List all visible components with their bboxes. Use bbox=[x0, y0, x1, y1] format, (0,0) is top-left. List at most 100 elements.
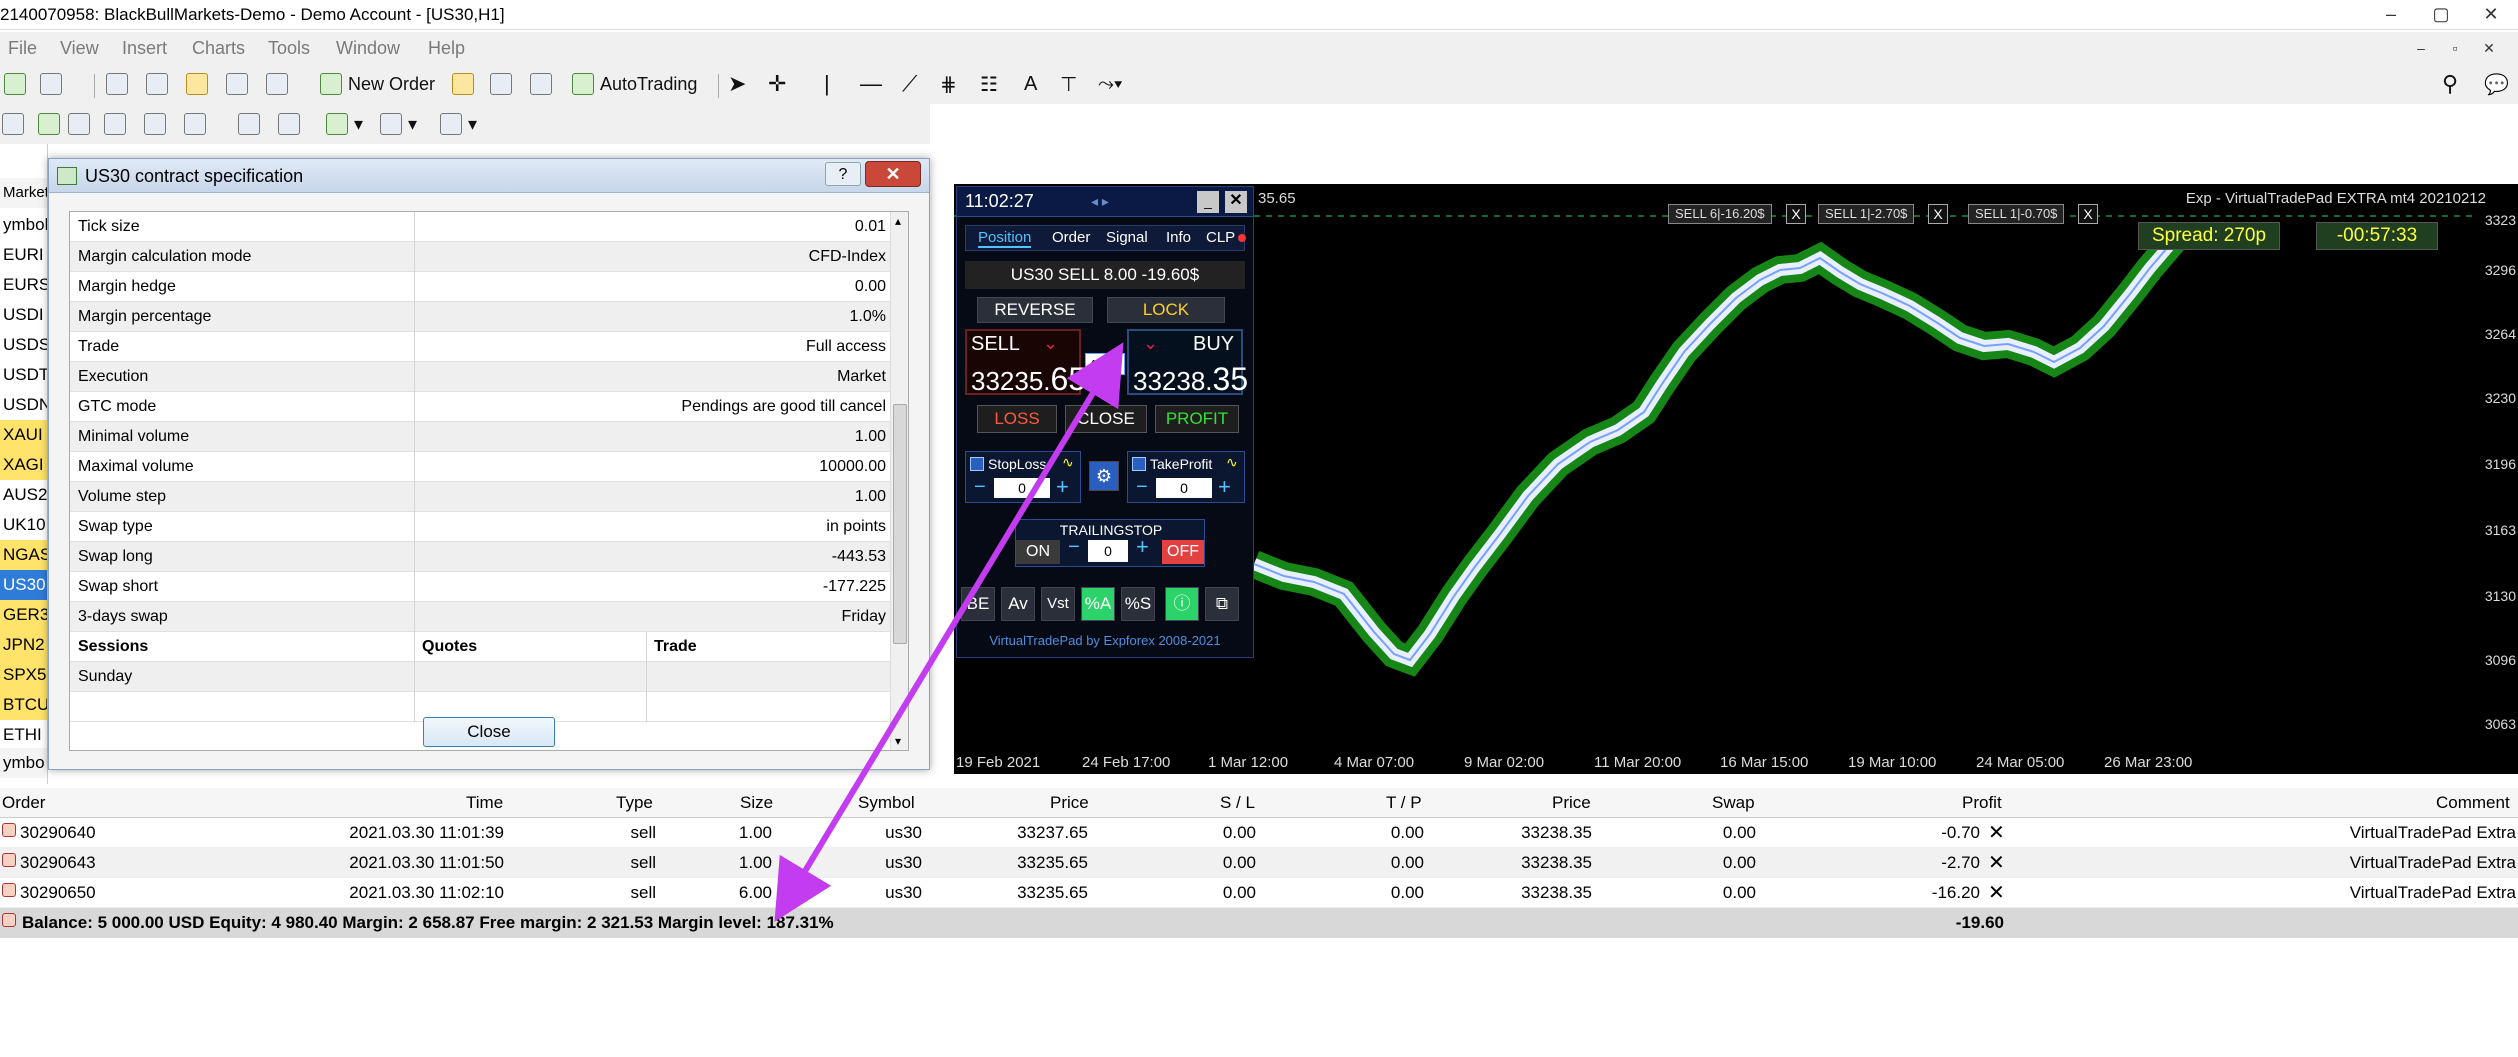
takeprofit-toggle-icon[interactable]: ∿ bbox=[1226, 454, 1238, 471]
col-tp[interactable]: T / P bbox=[1386, 793, 1422, 813]
virtual-stop-button[interactable]: Vst bbox=[1041, 587, 1075, 621]
vtp-nav-arrows[interactable]: ◂ ▸ bbox=[1091, 193, 1109, 210]
scroll-up-icon[interactable]: ▴ bbox=[895, 214, 901, 228]
stoploss-toggle-icon[interactable]: ∿ bbox=[1062, 454, 1074, 471]
symbol-row[interactable]: USDI bbox=[0, 300, 47, 330]
window-icon[interactable]: ⧉ bbox=[1205, 587, 1239, 621]
menu-window[interactable]: Window bbox=[336, 38, 400, 59]
symbol-row[interactable]: XAGI bbox=[0, 450, 47, 480]
bar-chart-icon[interactable] bbox=[2, 110, 30, 138]
new-order-button[interactable]: New Order bbox=[320, 70, 435, 98]
menu-tools[interactable]: Tools bbox=[268, 38, 310, 59]
col-comment[interactable]: Comment bbox=[2436, 793, 2510, 813]
symbol-row[interactable]: BTCU bbox=[0, 690, 47, 720]
trailing-plus[interactable]: + bbox=[1136, 534, 1149, 560]
col-time[interactable]: Time bbox=[466, 793, 503, 813]
search-icon[interactable]: ⚲ bbox=[2442, 70, 2458, 98]
tab-order[interactable]: Order bbox=[1052, 229, 1090, 246]
zoom-out-icon[interactable] bbox=[144, 110, 172, 138]
reverse-button[interactable]: REVERSE bbox=[977, 297, 1093, 323]
close-window-button[interactable]: ✕ bbox=[2474, 0, 2508, 28]
arrows-tool-icon[interactable]: ⤳▾ bbox=[1098, 70, 1122, 98]
takeprofit-minus[interactable]: − bbox=[1136, 476, 1148, 499]
col-sl[interactable]: S / L bbox=[1220, 793, 1255, 813]
text-tool-icon[interactable]: A bbox=[1024, 70, 1037, 98]
trailing-minus[interactable]: − bbox=[1068, 536, 1080, 559]
symbol-row[interactable]: XAUI bbox=[0, 420, 47, 450]
average-button[interactable]: Av bbox=[1001, 587, 1035, 621]
col-order[interactable]: Order bbox=[2, 793, 45, 813]
text-label-icon[interactable]: ⊤ bbox=[1060, 70, 1077, 98]
new-chart-icon[interactable] bbox=[4, 70, 32, 98]
close-order-icon[interactable]: ✕ bbox=[1988, 850, 2005, 875]
options-icon[interactable] bbox=[490, 70, 518, 98]
maximize-button[interactable]: ▢ bbox=[2424, 0, 2458, 28]
col-profit[interactable]: Profit bbox=[1962, 793, 2002, 813]
symbol-row[interactable]: NGAS bbox=[0, 540, 47, 570]
col-type[interactable]: Type bbox=[616, 793, 653, 813]
buy-button[interactable]: ⌄ BUY 33238.35 bbox=[1127, 329, 1248, 397]
vtp-minimize-button[interactable]: _ bbox=[1197, 191, 1219, 213]
autoscroll-icon[interactable] bbox=[238, 110, 266, 138]
chat-icon[interactable]: 💬 bbox=[2484, 70, 2509, 98]
settings-gear-icon[interactable]: ⚙ bbox=[1089, 461, 1119, 491]
mdi-minimize-button[interactable]: – bbox=[2404, 34, 2438, 62]
profiles-icon[interactable] bbox=[40, 70, 68, 98]
fibonacci-icon[interactable]: ⋕ bbox=[940, 70, 957, 98]
stoploss-checkbox[interactable]: StopLoss bbox=[970, 456, 1046, 472]
trendline-icon[interactable]: ⟋ bbox=[902, 70, 917, 98]
symbol-row[interactable]: JPN2 bbox=[0, 630, 47, 660]
symbol-row[interactable]: ETHI bbox=[0, 720, 47, 750]
dialog-close-x-button[interactable]: ✕ bbox=[865, 161, 921, 187]
close-order-icon[interactable]: ✕ bbox=[1988, 820, 2005, 845]
col-symbol[interactable]: Symbol bbox=[858, 793, 915, 813]
autotrading-button[interactable]: AutoTrading bbox=[572, 70, 697, 98]
menu-insert[interactable]: Insert bbox=[122, 38, 167, 59]
close-position-button[interactable]: X bbox=[1786, 204, 1806, 224]
mdi-close-button[interactable]: ✕ bbox=[2472, 34, 2506, 62]
close-position-button[interactable]: X bbox=[2078, 204, 2098, 224]
crosshair-icon[interactable]: ✛ bbox=[768, 70, 786, 98]
dialog-help-button[interactable]: ? bbox=[825, 162, 861, 186]
close-all-button[interactable]: CLOSE bbox=[1065, 405, 1147, 433]
signals-icon[interactable] bbox=[530, 70, 558, 98]
vtp-close-button[interactable]: ✕ bbox=[1225, 191, 1247, 213]
order-row[interactable]: 30290643 2021.03.30 11:01:50 sell 1.00 us30 3… bbox=[0, 848, 2518, 878]
crosshair-tool-icon[interactable] bbox=[146, 70, 174, 98]
sell-button[interactable]: SELL ⌄ 33235.65 bbox=[965, 329, 1086, 397]
channel-icon[interactable]: ☷ bbox=[980, 70, 998, 98]
candle-chart-icon[interactable] bbox=[38, 110, 66, 138]
col-price[interactable]: Price bbox=[1050, 793, 1089, 813]
percent-a-button[interactable]: %A bbox=[1081, 587, 1115, 621]
info-icon[interactable]: ⓘ bbox=[1165, 587, 1199, 621]
col-size[interactable]: Size bbox=[740, 793, 773, 813]
symbol-row[interactable]: EURS bbox=[0, 270, 47, 300]
takeprofit-checkbox[interactable]: TakeProfit bbox=[1132, 456, 1212, 472]
symbol-row[interactable]: USDS bbox=[0, 330, 47, 360]
symbol-row[interactable]: USDN bbox=[0, 390, 47, 420]
buy-dropdown-icon[interactable]: ⌄ bbox=[1143, 333, 1158, 354]
symbol-row[interactable]: SPX5 bbox=[0, 660, 47, 690]
tab-info[interactable]: Info bbox=[1166, 229, 1191, 246]
close-order-icon[interactable]: ✕ bbox=[1988, 880, 2005, 905]
mdi-restore-button[interactable]: ▫ bbox=[2438, 34, 2472, 62]
menu-help[interactable]: Help bbox=[428, 38, 465, 59]
stoploss-minus[interactable]: − bbox=[974, 476, 986, 499]
menu-charts[interactable]: Charts bbox=[192, 38, 245, 59]
close-button[interactable]: Close bbox=[423, 717, 555, 747]
chart-shift-icon[interactable] bbox=[278, 110, 306, 138]
symbol-row[interactable]: USDT bbox=[0, 360, 47, 390]
lock-button[interactable]: LOCK bbox=[1107, 297, 1225, 323]
trailing-input[interactable]: 0 bbox=[1088, 540, 1128, 562]
tab-signal[interactable]: Signal bbox=[1106, 229, 1148, 246]
stoploss-input[interactable]: 0 bbox=[994, 478, 1050, 498]
order-row[interactable]: 30290640 2021.03.30 11:01:39 sell 1.00 us30 3… bbox=[0, 818, 2518, 848]
tab-clp[interactable]: CLP bbox=[1206, 229, 1247, 246]
vertical-line-icon[interactable]: | bbox=[824, 70, 830, 98]
market-watch-icon[interactable] bbox=[106, 70, 134, 98]
trailing-off-button[interactable]: OFF bbox=[1162, 540, 1204, 564]
horizontal-line-icon[interactable]: — bbox=[860, 70, 882, 98]
takeprofit-plus[interactable]: + bbox=[1218, 474, 1231, 500]
col-current-price[interactable]: Price bbox=[1552, 793, 1591, 813]
tab-position[interactable]: Position bbox=[978, 229, 1032, 248]
